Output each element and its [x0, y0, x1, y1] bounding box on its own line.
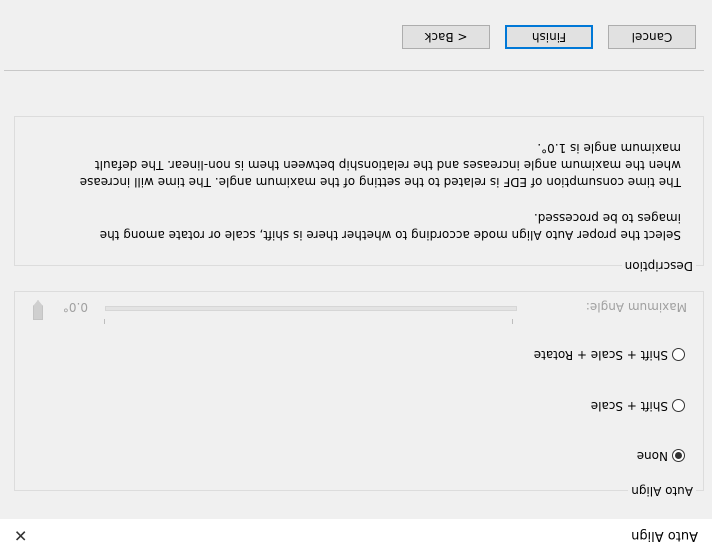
radio-shift-scale-rotate[interactable]: Shift + Scale + Rotate	[534, 348, 685, 362]
finish-button[interactable]: Finish	[505, 25, 593, 49]
cancel-button[interactable]: Cancel	[608, 25, 696, 49]
radio-shift-scale[interactable]: Shift + Scale	[591, 399, 685, 413]
description-group: Description Select the proper Auto Align…	[14, 116, 704, 273]
description-line: Select the proper Auto Align mode accord…	[99, 228, 681, 242]
description-line: maximum angle is 1.0°.	[537, 141, 681, 155]
description-paragraph-1: Select the proper Auto Align mode accord…	[21, 209, 681, 243]
slider-thumb[interactable]	[33, 300, 43, 320]
back-button[interactable]: < Back	[402, 25, 490, 49]
auto-align-group: Auto Align None Shift + Scale Shift + Sc…	[14, 291, 704, 498]
radio-shift-scale-rotate-indicator[interactable]	[672, 348, 685, 362]
button-separator	[4, 70, 704, 71]
description-legend: Description	[621, 259, 696, 273]
radio-shift-scale-label[interactable]: Shift + Scale	[591, 399, 668, 413]
slider-tick-max	[104, 319, 105, 324]
auto-align-dialog: Auto Align ✕ Auto Align None Shift + Sca…	[0, 0, 712, 551]
maximum-angle-slider[interactable]	[105, 306, 517, 311]
radio-none-indicator[interactable]	[672, 449, 685, 463]
close-icon[interactable]: ✕	[14, 526, 27, 545]
description-line: images to be processed.	[533, 211, 681, 225]
radio-none[interactable]: None	[637, 449, 685, 463]
slider-tick-min	[512, 319, 513, 324]
window-title: Auto Align	[631, 528, 698, 543]
description-paragraph-2: The time consumption of EDF is related t…	[21, 139, 681, 190]
radio-shift-scale-indicator[interactable]	[672, 399, 685, 413]
radio-shift-scale-rotate-label[interactable]: Shift + Scale + Rotate	[534, 348, 668, 362]
title-bar: Auto Align ✕	[0, 519, 712, 551]
maximum-angle-value: 0.0°	[62, 300, 88, 314]
auto-align-legend: Auto Align	[628, 484, 696, 498]
description-line: when the maximum angle increases and the…	[94, 158, 681, 172]
radio-none-label[interactable]: None	[637, 449, 668, 463]
maximum-angle-label: Maximum Angle:	[585, 300, 687, 314]
description-line: The time consumption of EDF is related t…	[79, 175, 681, 189]
